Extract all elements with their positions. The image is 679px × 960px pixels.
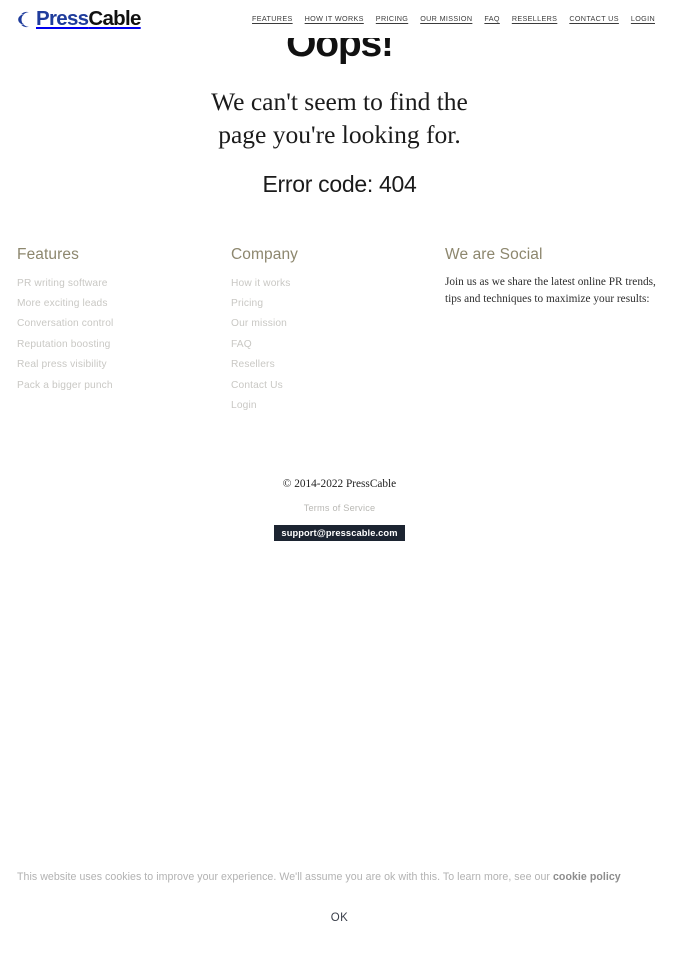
list-item: Real press visibility: [17, 355, 217, 375]
footer-link-resellers[interactable]: Resellers: [231, 355, 431, 375]
logo-text-press: Press: [36, 7, 89, 30]
error-message-line-1: We can't seem to find the: [211, 87, 468, 116]
nav-item-login[interactable]: LOGIN: [631, 14, 655, 23]
footer-link-real-press-visibility[interactable]: Real press visibility: [17, 355, 217, 375]
list-item: Pack a bigger punch: [17, 376, 217, 396]
list-item: Our mission: [231, 314, 431, 334]
footer-link-how-it-works[interactable]: How it works: [231, 274, 431, 294]
footer-column-features: Features PR writing software More exciti…: [17, 246, 217, 396]
error-code: Error code: 404: [262, 170, 417, 197]
error-hero: Oops! We can't seem to find the page you…: [0, 18, 679, 198]
list-item: Login: [231, 396, 431, 416]
cookie-consent-banner: This website uses cookies to improve you…: [0, 850, 679, 960]
nav-item-our-mission[interactable]: OUR MISSION: [420, 14, 472, 23]
footer-link-pricing[interactable]: Pricing: [231, 294, 431, 314]
footer-link-contact-us[interactable]: Contact Us: [231, 376, 431, 396]
footer-heading-features: Features: [17, 246, 79, 263]
cookie-banner-message: This website uses cookies to improve you…: [17, 871, 553, 883]
terms-of-service-link[interactable]: Terms of Service: [304, 503, 376, 513]
list-item: More exciting leads: [17, 294, 217, 314]
footer-heading-company: Company: [231, 246, 299, 263]
cookie-accept-button[interactable]: OK: [321, 909, 358, 927]
footer-link-pack-a-bigger-punch[interactable]: Pack a bigger punch: [17, 376, 217, 396]
list-item: How it works: [231, 274, 431, 294]
list-item: Conversation control: [17, 314, 217, 334]
nav-item-how-it-works[interactable]: HOW IT WORKS: [305, 14, 364, 23]
nav-item-resellers[interactable]: RESELLERS: [512, 14, 558, 23]
site-header: PressCable FEATURES HOW IT WORKS PRICING…: [0, 0, 679, 38]
footer-link-login[interactable]: Login: [231, 396, 431, 416]
logo[interactable]: PressCable: [16, 7, 141, 30]
footer-link-faq[interactable]: FAQ: [231, 335, 431, 355]
footer-link-reputation-boosting[interactable]: Reputation boosting: [17, 335, 217, 355]
nav-item-pricing[interactable]: PRICING: [376, 14, 408, 23]
list-item: Reputation boosting: [17, 335, 217, 355]
copyright-text: © 2014-2022 PressCable: [282, 478, 397, 490]
list-item: PR writing software: [17, 274, 217, 294]
list-item: Contact Us: [231, 376, 431, 396]
footer-social-description: Join us as we share the latest online PR…: [445, 275, 656, 306]
footer-column-company: Company How it works Pricing Our mission…: [231, 246, 431, 416]
footer-column-social: We are Social Join us as we share the la…: [445, 246, 663, 309]
list-item: Pricing: [231, 294, 431, 314]
support-email-wrap: support@presscable.com: [0, 523, 679, 541]
footer-link-conversation-control[interactable]: Conversation control: [17, 314, 217, 334]
error-message-line-2: page you're looking for.: [218, 120, 461, 150]
logo-text-cable: Cable: [88, 7, 141, 30]
cookie-policy-link[interactable]: cookie policy: [553, 871, 621, 883]
nav-item-contact-us[interactable]: CONTACT US: [569, 14, 619, 23]
footer-list-features: PR writing software More exciting leads …: [17, 274, 217, 396]
footer-link-more-exciting-leads[interactable]: More exciting leads: [17, 294, 217, 314]
support-email-badge[interactable]: support@presscable.com: [274, 524, 405, 541]
footer-list-company: How it works Pricing Our mission FAQ Res…: [231, 274, 431, 417]
error-message: We can't seem to find the page you're lo…: [0, 85, 679, 152]
crescent-moon-icon: [16, 11, 33, 28]
list-item: Resellers: [231, 355, 431, 375]
site-footer: Features PR writing software More exciti…: [0, 246, 679, 436]
nav-item-features[interactable]: FEATURES: [252, 14, 293, 23]
footer-link-pr-writing-software[interactable]: PR writing software: [17, 274, 217, 294]
footer-link-our-mission[interactable]: Our mission: [231, 314, 431, 334]
footer-bottom: © 2014-2022 PressCable Terms of Service …: [0, 478, 679, 541]
list-item: FAQ: [231, 335, 431, 355]
main-navigation: FEATURES HOW IT WORKS PRICING OUR MISSIO…: [252, 14, 655, 23]
footer-heading-social: We are Social: [445, 246, 543, 263]
cookie-banner-text: This website uses cookies to improve you…: [17, 868, 662, 887]
nav-item-faq[interactable]: FAQ: [484, 14, 499, 23]
